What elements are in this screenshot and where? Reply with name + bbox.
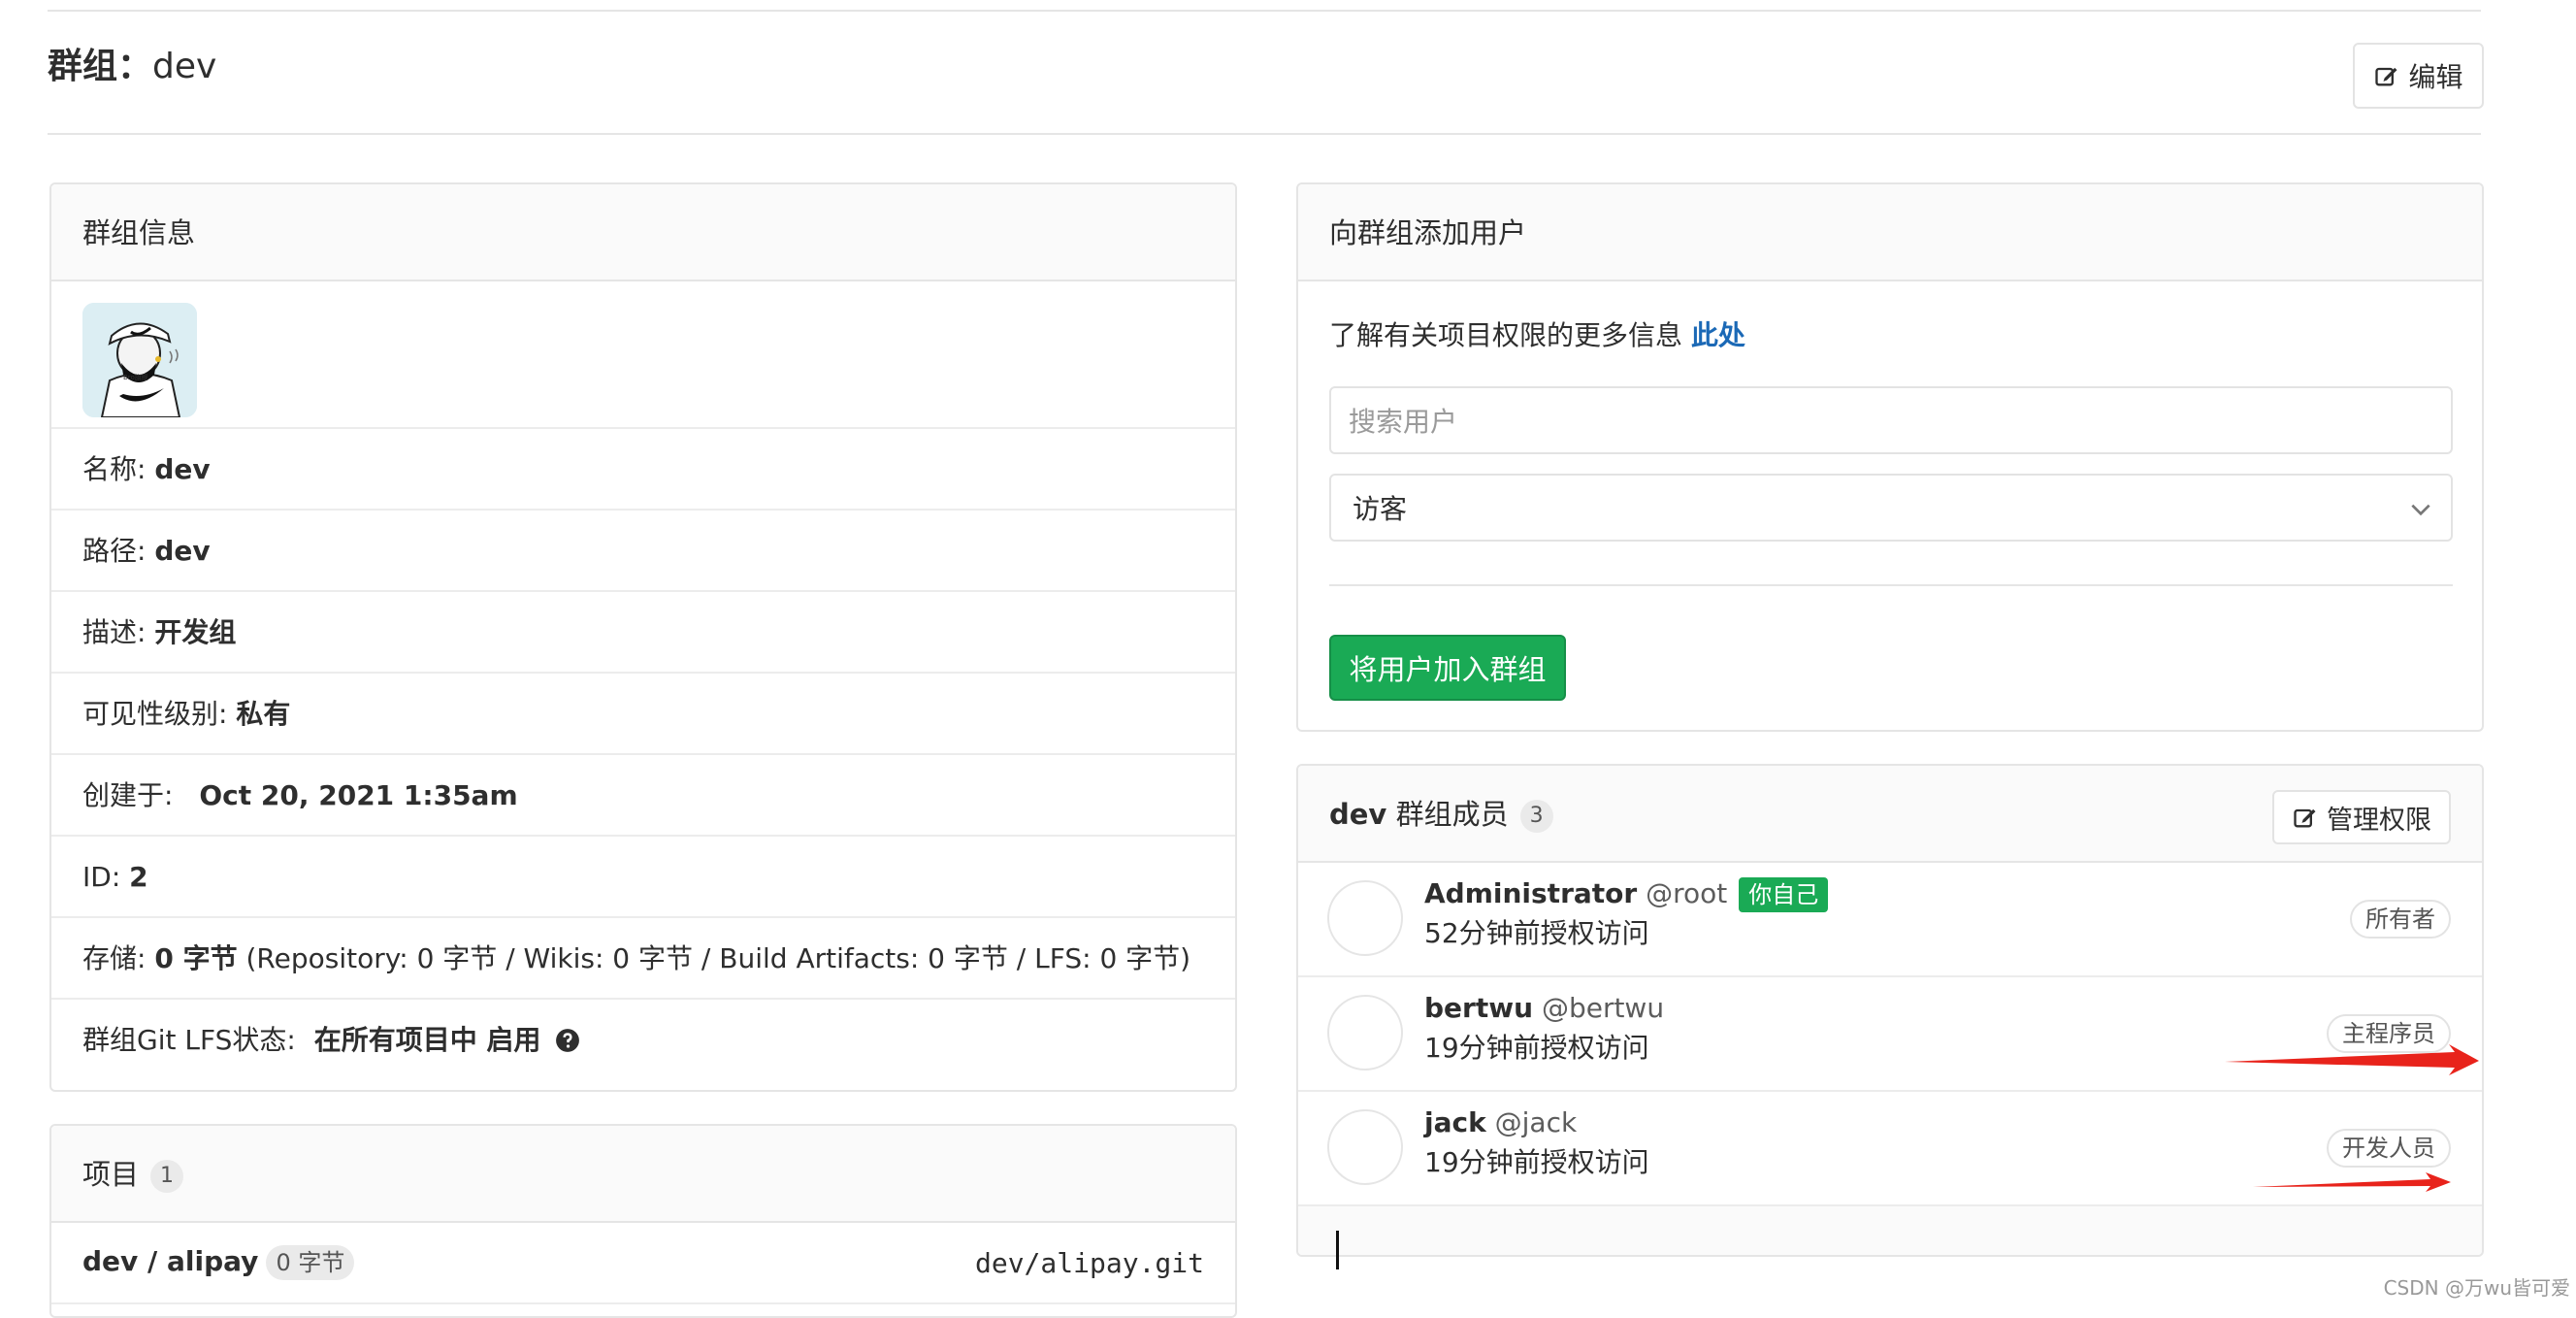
annotation-arrows	[2225, 1044, 2479, 1192]
watermark: CSDN @万wu皆可爱	[2383, 1276, 2570, 1300]
arrow-annotation-2	[2253, 1172, 2451, 1192]
arrow-annotation-1	[2225, 1044, 2479, 1075]
